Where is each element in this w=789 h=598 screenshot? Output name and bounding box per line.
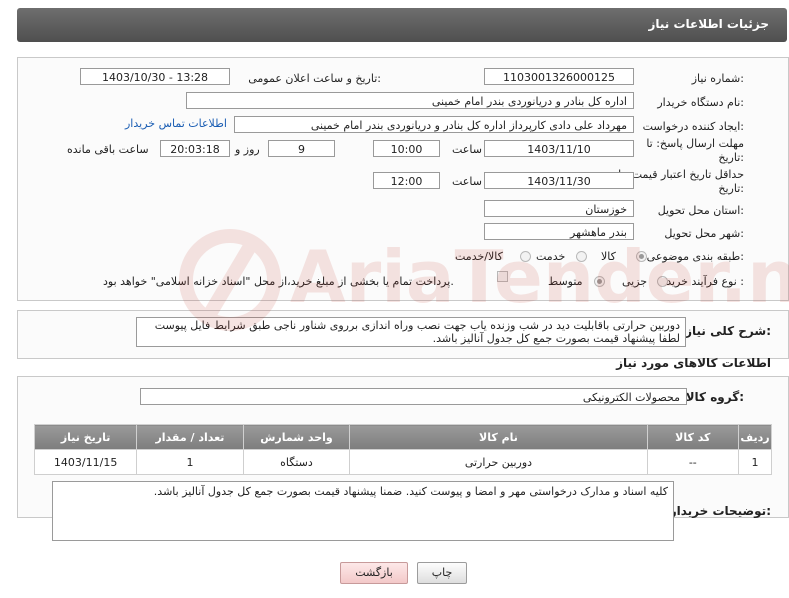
price-validity-time-field: 12:00 — [373, 172, 440, 189]
category-option-goods: کالا — [601, 250, 616, 263]
table-row: 1 -- دوربین حرارتی دستگاه 1 1403/11/15 — [33, 449, 772, 475]
cell-item-code: -- — [646, 449, 740, 475]
buyer-org-label: نام دستگاه خریدار: — [657, 96, 744, 109]
reply-deadline-time-field: 10:00 — [373, 140, 440, 157]
subject-category-label: طبقه بندی موضوعی: — [646, 250, 744, 263]
goods-table-header: ردیف کد کالا نام کالا واحد شمارش تعداد /… — [33, 424, 772, 450]
city-label: شهر محل تحویل: — [664, 227, 744, 240]
col-row-number: ردیف — [738, 424, 772, 450]
category-option-service: خدمت — [536, 250, 566, 263]
col-quantity: تعداد / مقدار — [136, 424, 244, 450]
goods-group-label: گروه کالا: — [685, 390, 744, 404]
description-box: دوربین حرارتی باقابلیت دید در شب وزنده ی… — [136, 317, 686, 347]
category-radio-goods[interactable] — [636, 251, 647, 262]
description-label: شرح کلی نیاز: — [685, 324, 771, 338]
purchase-radio-minor[interactable] — [657, 276, 668, 287]
treasury-payment-note: پرداخت تمام یا بخشی از مبلغ خرید،از محل … — [103, 275, 454, 288]
goods-table: ردیف کد کالا نام کالا واحد شمارش تعداد /… — [33, 424, 772, 475]
announce-datetime-field: 1403/10/30 - 13:28 — [80, 68, 230, 85]
need-number-label: شماره نیاز: — [691, 72, 744, 85]
col-item-code: کد کالا — [646, 424, 740, 450]
buyer-notes-text: کلیه اسناد و مدارک درخواستی مهر و امضا و… — [153, 485, 668, 498]
purchase-type-label: نوع فرآیند خرید : — [666, 275, 744, 288]
purchase-option-medium: متوسط — [548, 275, 583, 288]
price-validity-label: حداقل تاریخ اعتبار قیمت: تا — [618, 168, 744, 181]
category-radio-service[interactable] — [576, 251, 587, 262]
need-number-field: 1103001326000125 — [484, 68, 634, 85]
buyer-contact-link[interactable]: اطلاعات تماس خریدار — [125, 117, 227, 130]
province-field: خوزستان — [484, 200, 634, 217]
reply-deadline-time-label: ساعت — [452, 143, 482, 156]
price-validity-label-date: تاریخ: — [718, 182, 744, 195]
province-label: استان محل تحویل: — [657, 204, 744, 217]
col-unit: واحد شمارش — [242, 424, 351, 450]
cell-item-name: دوربین حرارتی — [349, 449, 648, 475]
page-header: جزئیات اطلاعات نیاز — [17, 8, 787, 42]
purchase-option-minor: جزیی — [622, 275, 648, 288]
purchase-radio-medium[interactable] — [594, 276, 605, 287]
col-need-date: تاریخ نیاز — [33, 424, 138, 450]
cell-row-number: 1 — [738, 449, 772, 475]
remaining-days-field: 9 — [268, 140, 335, 157]
buyer-notes-label: توضیحات خریدار: — [669, 504, 771, 518]
reply-deadline-label-date: تاریخ: — [718, 151, 744, 164]
goods-section-title: اطلاعات کالاهای مورد نیاز — [616, 356, 771, 370]
cell-need-date: 1403/11/15 — [33, 449, 138, 475]
treasury-payment-checkbox[interactable] — [497, 271, 508, 282]
city-field: بندر ماهشهر — [484, 223, 634, 240]
remaining-time-field: 20:03:18 — [160, 140, 230, 157]
reply-deadline-label: مهلت ارسال پاسخ: تا — [646, 137, 744, 150]
print-button[interactable]: چاپ — [417, 562, 467, 584]
remaining-days-label: روز و — [235, 143, 260, 156]
buyer-org-field: اداره کل بنادر و دریانوردی بندر امام خمی… — [186, 92, 634, 109]
category-radio-goods-service[interactable] — [520, 251, 531, 262]
buyer-notes-box: کلیه اسناد و مدارک درخواستی مهر و امضا و… — [52, 481, 674, 541]
goods-group-field: محصولات الکترونیکی — [140, 388, 687, 405]
remaining-time-label: ساعت باقی مانده — [67, 143, 149, 156]
category-option-goods-service: کالا/خدمت — [455, 250, 503, 263]
reply-deadline-date-field: 1403/11/10 — [484, 140, 634, 157]
col-item-name: نام کالا — [349, 424, 648, 450]
back-button[interactable]: بازگشت — [340, 562, 408, 584]
requester-label: ایجاد کننده درخواست: — [642, 120, 744, 133]
requester-field: مهرداد علی دادی کارپرداز اداره کل بنادر … — [234, 116, 634, 133]
page-title: جزئیات اطلاعات نیاز — [648, 17, 769, 31]
price-validity-date-field: 1403/11/30 — [484, 172, 634, 189]
description-text: دوربین حرارتی باقابلیت دید در شب وزنده ی… — [154, 319, 680, 345]
announce-datetime-label: تاریخ و ساعت اعلان عمومی: — [248, 72, 381, 85]
cell-unit: دستگاه — [242, 449, 351, 475]
cell-quantity: 1 — [136, 449, 244, 475]
price-validity-time-label: ساعت — [452, 175, 482, 188]
